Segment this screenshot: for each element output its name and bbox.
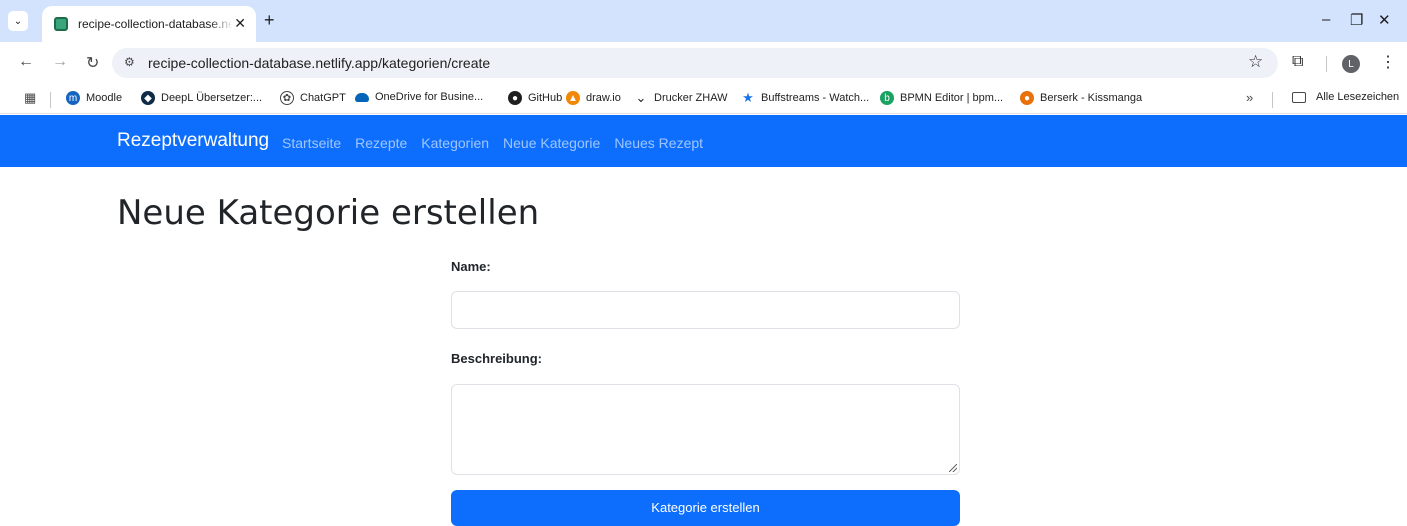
browser-toolbar: ← → ↻ ⚙ recipe-collection-database.netli… xyxy=(0,42,1407,84)
nav-link-startseite[interactable]: Startseite xyxy=(282,135,341,151)
deepl-icon: ◆ xyxy=(141,91,155,105)
minimize-icon[interactable]: – xyxy=(1322,11,1330,28)
bookmark-deepl[interactable]: ◆ DeepL Übersetzer:... xyxy=(141,91,262,105)
bpmn-icon: b xyxy=(880,91,894,105)
description-textarea[interactable] xyxy=(451,384,960,475)
bookmark-label: Buffstreams - Watch... xyxy=(761,92,870,104)
bookmark-moodle[interactable]: m Moodle xyxy=(66,91,122,105)
more-bookmarks-icon[interactable]: » xyxy=(1246,90,1253,105)
bookmark-kissmanga[interactable]: ● Berserk - Kissmanga xyxy=(1020,91,1142,105)
forward-icon[interactable]: → xyxy=(52,53,68,71)
extensions-icon[interactable]: ⧉ xyxy=(1292,53,1303,71)
site-info-icon[interactable]: ⚙ xyxy=(124,55,135,69)
moodle-icon: m xyxy=(66,91,80,105)
bookmark-label: draw.io xyxy=(586,92,621,104)
address-bar[interactable]: ⚙ recipe-collection-database.netlify.app… xyxy=(112,48,1278,78)
nav-link-rezepte[interactable]: Rezepte xyxy=(355,135,407,151)
restore-icon[interactable]: ❐ xyxy=(1350,11,1363,29)
create-category-form: Name: Beschreibung: Kategorie erstellen xyxy=(451,259,960,526)
apps-grid-icon[interactable]: ▦ xyxy=(24,90,36,106)
site-favicon-icon xyxy=(54,17,68,31)
reload-icon[interactable]: ↻ xyxy=(86,53,99,73)
tab-search-button[interactable]: ⌄ xyxy=(8,11,28,31)
profile-avatar[interactable]: L xyxy=(1342,55,1360,73)
kissmanga-icon: ● xyxy=(1020,91,1034,105)
bookmarks-bar: ▦ m Moodle ◆ DeepL Übersetzer:... ✿ Chat… xyxy=(0,84,1407,114)
bookmark-drawio[interactable]: ▲ draw.io xyxy=(566,91,621,105)
bookmark-label: OneDrive for Busine... xyxy=(375,91,484,103)
name-input[interactable] xyxy=(451,291,960,329)
resize-handle-icon[interactable] xyxy=(949,464,957,472)
bookmark-label: GitHub xyxy=(528,92,563,104)
bookmark-label: Berserk - Kissmanga xyxy=(1040,92,1143,104)
bookmark-star-icon[interactable]: ☆ xyxy=(1248,52,1263,72)
bookmark-label: ChatGPT xyxy=(300,92,346,104)
app-navbar: Rezeptverwaltung Startseite Rezepte Kate… xyxy=(0,115,1407,167)
star-bookmark-icon: ★ xyxy=(742,90,754,105)
nav-link-kategorien[interactable]: Kategorien xyxy=(421,135,489,151)
tab-strip: ⌄ recipe-collection-database.netlify.app… xyxy=(0,0,1407,42)
description-label: Beschreibung: xyxy=(451,351,543,366)
bookmark-buffstreams[interactable]: ★ Buffstreams - Watch... xyxy=(741,90,870,105)
bookmark-label: DeepL Übersetzer:... xyxy=(161,92,263,104)
bookmarks-divider xyxy=(1272,92,1273,108)
all-bookmarks-label: Alle Lesezeichen xyxy=(1316,91,1400,103)
chatgpt-icon: ✿ xyxy=(280,91,294,105)
navbar-brand[interactable]: Rezeptverwaltung xyxy=(117,130,269,152)
nav-link-neue-kategorie[interactable]: Neue Kategorie xyxy=(503,135,600,151)
bookmark-github[interactable]: ● GitHub xyxy=(508,91,562,105)
bookmark-chatgpt[interactable]: ✿ ChatGPT xyxy=(280,91,346,105)
menu-icon[interactable]: ⋮ xyxy=(1380,52,1396,72)
bookmark-label: Moodle xyxy=(86,92,123,104)
bookmark-onedrive[interactable]: OneDrive for Busine... xyxy=(355,91,483,103)
drawio-icon: ▲ xyxy=(566,91,580,105)
tab-title: recipe-collection-database.netlify.app xyxy=(78,17,233,31)
toolbar-divider xyxy=(1326,56,1327,72)
nav-link-neues-rezept[interactable]: Neues Rezept xyxy=(614,135,703,151)
active-tab[interactable]: recipe-collection-database.netlify.app ✕ xyxy=(42,6,256,42)
page-title: Neue Kategorie erstellen xyxy=(117,193,540,233)
bookmark-bpmn[interactable]: b BPMN Editor | bpm... xyxy=(880,91,1003,105)
chevron-down-icon: ⌄ xyxy=(13,15,23,27)
folder-icon xyxy=(1292,91,1306,103)
name-label: Name: xyxy=(451,259,491,274)
all-bookmarks-button[interactable]: Alle Lesezeichen xyxy=(1292,91,1399,103)
onedrive-icon xyxy=(355,92,369,102)
drucker-icon: ⌄ xyxy=(635,90,647,105)
url-text[interactable]: recipe-collection-database.netlify.app/k… xyxy=(148,55,490,71)
bookmark-label: Drucker ZHAW xyxy=(654,92,728,104)
bookmarks-divider xyxy=(50,92,51,108)
bookmark-drucker[interactable]: ⌄ Drucker ZHAW xyxy=(634,90,728,105)
github-icon: ● xyxy=(508,91,522,105)
close-tab-icon[interactable]: ✕ xyxy=(234,15,246,32)
nav-links: Startseite Rezepte Kategorien Neue Kateg… xyxy=(282,135,703,151)
bookmark-label: BPMN Editor | bpm... xyxy=(900,92,1004,104)
new-tab-icon[interactable]: + xyxy=(264,10,275,31)
submit-button[interactable]: Kategorie erstellen xyxy=(451,490,960,526)
close-window-icon[interactable]: ✕ xyxy=(1378,11,1391,29)
back-icon[interactable]: ← xyxy=(18,53,34,71)
